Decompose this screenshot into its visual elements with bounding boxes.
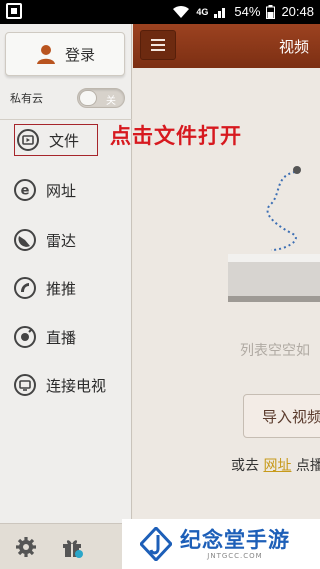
sidebar-item-connect-tv[interactable]: 连接电视 — [14, 369, 124, 401]
sidebar-bottom-bar — [0, 523, 132, 569]
private-cloud-toggle[interactable]: 关 — [77, 88, 125, 108]
settings-gear-icon[interactable] — [14, 535, 38, 559]
login-button[interactable]: 登录 — [5, 32, 125, 76]
menu-button[interactable] — [140, 30, 176, 60]
empty-list-text: 列表空空如 — [240, 343, 310, 359]
gift-icon[interactable] — [60, 535, 84, 559]
toggle-label: 关 — [106, 96, 116, 107]
goto-prefix: 或去 — [231, 458, 259, 474]
wifi-icon — [173, 5, 190, 18]
folder-play-icon — [17, 129, 39, 151]
sidebar-item-file[interactable]: 文件 — [14, 124, 98, 156]
signal-icon — [214, 7, 226, 18]
sidebar: 登录 私有云 关 文件 e 网址 雷达 推推 直播 连接电视 — [0, 24, 132, 569]
sidebar-item-label: 网址 — [46, 181, 77, 200]
empty-drawer-illustration — [228, 166, 320, 302]
menu-icon-line — [151, 39, 165, 41]
watermark-main: 纪念堂手游 — [180, 528, 290, 552]
url-link[interactable]: 网址 — [263, 458, 291, 474]
watermark-text: 纪念堂手游 JNTGCC.COM — [180, 528, 290, 560]
push-icon — [14, 277, 36, 299]
annotation-text: 点击文件打开 — [110, 123, 242, 148]
private-cloud-row: 私有云 关 — [10, 86, 125, 110]
sidebar-item-label: 雷达 — [46, 231, 77, 250]
private-cloud-label: 私有云 — [10, 92, 43, 105]
battery-percent: 54% — [234, 4, 261, 19]
top-bar: 视频 — [133, 24, 320, 68]
menu-icon-line — [151, 44, 165, 46]
menu-icon-line — [151, 49, 165, 51]
toggle-knob — [79, 90, 97, 106]
status-bar: 4G 54% 20:48 — [0, 0, 320, 24]
radar-icon — [14, 229, 36, 251]
sidebar-item-live[interactable]: 直播 — [14, 321, 124, 353]
site-logo-icon — [140, 527, 172, 561]
user-icon — [36, 45, 55, 64]
sidebar-item-label: 连接电视 — [46, 376, 107, 395]
sidebar-item-label: 直播 — [46, 328, 77, 347]
import-video-button[interactable]: 导入视频 — [243, 394, 320, 438]
sidebar-item-radar[interactable]: 雷达 — [14, 224, 124, 256]
sidebar-item-label: 推推 — [46, 279, 77, 298]
notification-icon — [6, 3, 22, 19]
goto-suffix: 点播 — [295, 458, 320, 474]
watermark-sub: JNTGCC.COM — [207, 552, 263, 560]
svg-text:e: e — [21, 184, 30, 199]
status-bar-indicators: 4G 54% 20:48 — [172, 4, 314, 19]
clock: 20:48 — [281, 4, 314, 19]
watermark: 纪念堂手游 JNTGCC.COM — [122, 519, 320, 569]
sidebar-item-label: 文件 — [49, 131, 80, 150]
page-title: 视频 — [279, 38, 310, 56]
live-icon — [14, 326, 36, 348]
import-video-label: 导入视频 — [262, 407, 320, 426]
browser-e-icon: e — [14, 179, 36, 201]
sidebar-item-push[interactable]: 推推 — [14, 272, 124, 304]
tv-icon — [14, 374, 36, 396]
battery-icon — [266, 4, 276, 19]
login-label: 登录 — [64, 45, 95, 64]
network-type: 4G — [196, 6, 209, 17]
main-pane: 视频 列表空空如 导入视频 或去 网址 点播 — [133, 24, 320, 569]
goto-url-hint: 或去 网址 点播 — [231, 455, 320, 475]
sidebar-item-url[interactable]: e 网址 — [14, 174, 124, 206]
